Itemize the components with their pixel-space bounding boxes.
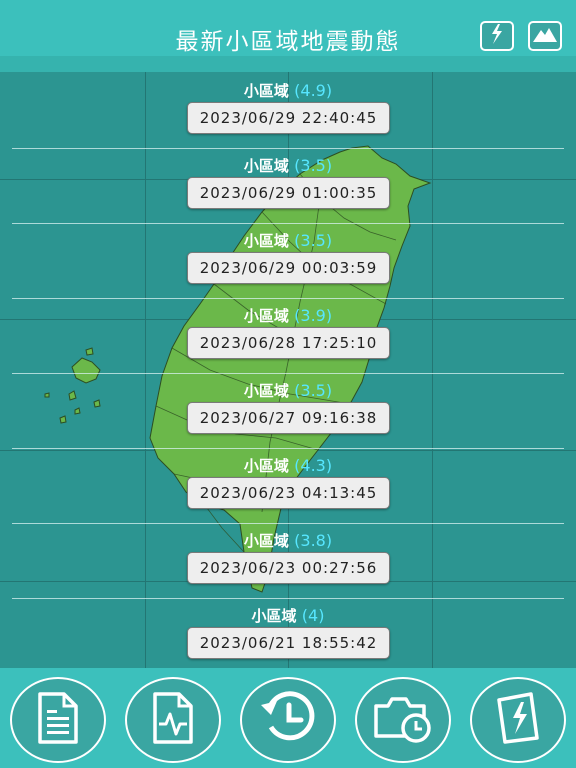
magnitude: (3.9)	[294, 306, 333, 325]
report-document-icon	[34, 690, 82, 750]
entry-label: 小區域 (3.5)	[243, 381, 333, 400]
camera-button[interactable]	[355, 677, 451, 763]
mountain-icon	[532, 24, 558, 48]
row-separator	[12, 148, 564, 149]
time-button[interactable]: 2023/06/29 01:00:35	[187, 177, 390, 209]
terrain-button[interactable]	[528, 21, 562, 51]
row-separator	[12, 598, 564, 599]
time-button[interactable]: 2023/06/23 00:27:56	[187, 552, 390, 584]
quake-card-button[interactable]	[470, 677, 566, 763]
time-button[interactable]: 2023/06/27 09:16:38	[187, 402, 390, 434]
header-strip	[0, 56, 576, 72]
entry-label: 小區域 (3.9)	[243, 306, 333, 325]
time-button[interactable]: 2023/06/21 18:55:42	[187, 627, 390, 659]
entry-label: 小區域 (3.5)	[243, 231, 333, 250]
magnitude: (3.5)	[294, 381, 333, 400]
entry-label: 小區域 (3.5)	[243, 156, 333, 175]
entry-label: 小區域 (4)	[251, 606, 325, 625]
report-button[interactable]	[10, 677, 106, 763]
row-separator	[12, 223, 564, 224]
time-button[interactable]: 2023/06/23 04:13:45	[187, 477, 390, 509]
row-separator	[12, 523, 564, 524]
row-separator	[12, 298, 564, 299]
quake-icon	[487, 23, 507, 49]
magnitude: (3.5)	[294, 156, 333, 175]
history-button[interactable]	[240, 677, 336, 763]
magnitude: (3.5)	[294, 231, 333, 250]
time-button[interactable]: 2023/06/29 00:03:59	[187, 252, 390, 284]
bottom-toolbar	[0, 668, 576, 768]
magnitude: (4.3)	[294, 456, 333, 475]
magnitude: (4)	[301, 606, 325, 625]
quake-button[interactable]	[480, 21, 514, 51]
seismogram-button[interactable]	[125, 677, 221, 763]
camera-clock-icon	[372, 692, 434, 748]
map-area[interactable]: 小區域 (4.9) 2023/06/29 22:40:45 小區域 (3.5) …	[0, 72, 576, 668]
history-icon	[257, 687, 319, 753]
seismogram-icon	[149, 690, 197, 750]
entry-label: 小區域 (4.3)	[243, 456, 333, 475]
row-separator	[12, 448, 564, 449]
time-button[interactable]: 2023/06/29 22:40:45	[187, 102, 390, 134]
magnitude: (4.9)	[294, 81, 333, 100]
magnitude: (3.8)	[294, 531, 333, 550]
quake-card-icon	[493, 690, 543, 750]
header-bar: 最新小區域地震動態	[0, 0, 576, 72]
row-separator	[12, 373, 564, 374]
entry-label: 小區域 (4.9)	[243, 81, 333, 100]
time-button[interactable]: 2023/06/28 17:25:10	[187, 327, 390, 359]
entry-label: 小區域 (3.8)	[243, 531, 333, 550]
